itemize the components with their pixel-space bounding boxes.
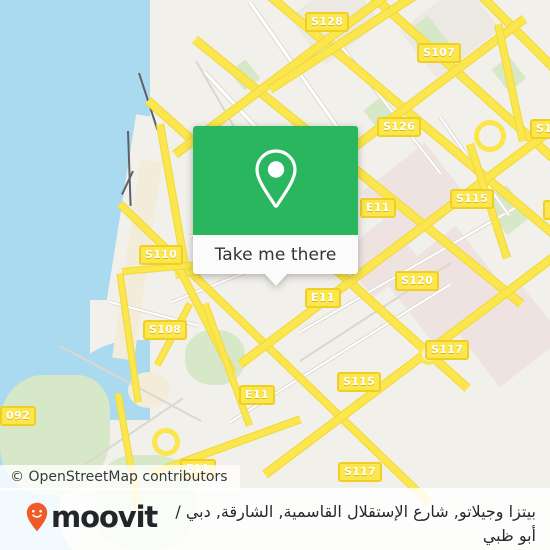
road-shield: S107 — [417, 43, 462, 63]
moovit-map-screen: S128 S107 S126 S13 E11 S115 E S110 S120 E11 S108 S1… — [0, 0, 550, 550]
place-name: بيتزا وجيلاتو, شارع الإستقلال القاسمية, … — [175, 502, 536, 545]
roundabout — [474, 120, 506, 152]
road-shield: S110 — [139, 245, 184, 265]
road-shield: E11 — [239, 385, 275, 405]
osm-attribution[interactable]: © OpenStreetMap contributors — [0, 465, 240, 490]
road-shield: S115 — [337, 372, 382, 392]
road-shield: 092 — [0, 406, 36, 426]
map-pin-icon — [252, 147, 300, 215]
road-shield: E11 — [305, 288, 341, 308]
bottom-bar: moovit بيتزا وجيلاتو, شارع الإستقلال الق… — [0, 488, 550, 550]
road-shield: S13 — [530, 119, 550, 139]
road-shield: S108 — [143, 320, 188, 340]
road-shield: E — [543, 200, 550, 220]
card-footer[interactable]: Take me there — [193, 235, 358, 286]
moovit-pin-smiley-icon — [26, 502, 48, 532]
road-shield: S117 — [338, 462, 383, 482]
road-shield: S128 — [305, 12, 350, 32]
moovit-logo[interactable]: moovit — [0, 488, 158, 534]
destination-card[interactable]: Take me there — [193, 126, 358, 286]
moovit-wordmark: moovit — [51, 500, 158, 534]
road-shield: E11 — [360, 198, 396, 218]
card-pointer-tail — [263, 273, 288, 286]
road-shield: S126 — [377, 117, 422, 137]
card-header — [193, 126, 358, 235]
roundabout — [152, 428, 180, 456]
road-shield: S115 — [450, 189, 495, 209]
road-shield: S120 — [395, 271, 440, 291]
take-me-there-label: Take me there — [214, 244, 337, 265]
road-shield: S117 — [425, 340, 470, 360]
